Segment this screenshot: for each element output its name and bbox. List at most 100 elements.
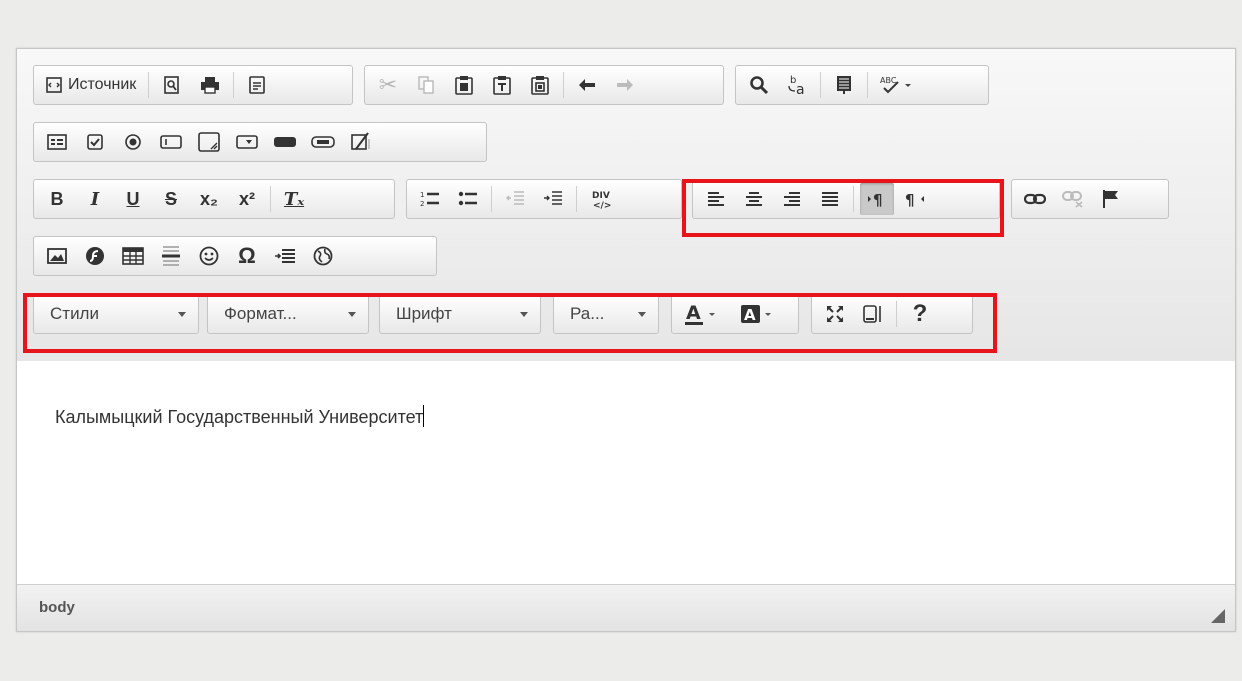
smiley-icon [199,246,219,266]
outdent-button[interactable] [498,183,532,215]
link-icon [1024,193,1046,205]
svg-text:</>: </> [593,201,611,210]
spellcheck-button[interactable]: ABC [874,69,918,101]
strike-button[interactable]: S [154,183,188,215]
indent-icon [544,191,562,205]
insert-toolbar-group: Ω [33,236,437,276]
svg-text:a: a [796,82,805,96]
source-button[interactable]: Источник [40,69,142,101]
special-char-button[interactable]: Ω [230,240,264,272]
basicstyles-toolbar-group: B I U S x₂ x² Tₓ [33,179,395,219]
replace-icon: ba [788,75,805,96]
image-icon [47,248,67,264]
form-button[interactable] [40,126,74,158]
underline-icon: U [126,188,140,209]
smiley-button[interactable] [192,240,226,272]
resize-handle-icon[interactable] [1211,609,1225,623]
textarea-button[interactable] [192,126,226,158]
omega-icon: Ω [238,243,256,268]
document-toolbar-group: Источник [33,65,353,105]
table-button[interactable] [116,240,150,272]
svg-text:1: 1 [420,191,424,199]
creatediv-button[interactable]: DIV </> [583,183,617,215]
editor-content-area[interactable]: Калымыцкий Государственный Университет [17,361,1235,585]
preview-button[interactable] [155,69,189,101]
flash-icon [86,247,104,265]
paste-text-button[interactable] [485,69,519,101]
indent-button[interactable] [536,183,570,215]
horizontal-rule-button[interactable] [154,240,188,272]
element-path-body[interactable]: body [39,599,75,616]
templates-icon [249,76,266,94]
remove-format-button[interactable]: Tₓ [277,183,311,215]
source-label: Источник [68,76,137,93]
bulleted-list-icon [458,191,477,206]
toolbar-separator [820,72,821,98]
copy-button[interactable] [409,69,443,101]
iframe-button[interactable] [306,240,340,272]
hidden-field-icon [351,132,370,150]
svg-text:DIV: DIV [592,191,610,201]
unlink-button[interactable] [1056,183,1090,215]
undo-icon [579,79,595,91]
clipboard-toolbar-group: ✂ [364,65,724,105]
rich-text-editor: Источник ✂ b a ABC B I U S x₂ x² Tₓ 1 2 … [16,48,1236,632]
checkbox-icon [87,134,103,150]
radio-button[interactable] [116,126,150,158]
content-text: Калымыцкий Государственный Университет [55,407,424,427]
redo-icon [617,79,633,91]
numbered-list-button[interactable]: 12 [413,183,447,215]
toolbar-separator [270,186,271,212]
preview-icon [164,76,180,94]
text-cursor [423,405,425,427]
spellcheck-icon: ABC [880,76,911,94]
flash-button[interactable] [78,240,112,272]
form-icon [47,134,67,150]
highlight-alignment-box [682,179,1004,237]
numbered-list-icon: 12 [420,191,439,208]
toolbar-separator [148,72,150,98]
find-button[interactable] [742,69,776,101]
toolbar-separator [576,186,577,212]
paste-from-word-button[interactable] [523,69,557,101]
redo-button[interactable] [608,69,642,101]
cut-button[interactable]: ✂ [371,69,405,101]
hidden-field-button[interactable] [344,126,378,158]
undo-button[interactable] [570,69,604,101]
subscript-icon: x₂ [199,188,218,209]
bulleted-list-button[interactable] [451,183,485,215]
bold-button[interactable]: B [40,183,74,215]
toolbar-separator [491,186,492,212]
checkbox-button[interactable] [78,126,112,158]
toolbar-separator [233,72,235,98]
page-break-icon [275,249,295,263]
scissors-icon: ✂ [378,72,398,97]
anchor-button[interactable] [1094,183,1128,215]
paste-word-icon [531,76,549,95]
italic-button[interactable]: I [78,183,112,215]
flag-icon [1103,190,1118,208]
horizontal-rule-icon [162,246,180,266]
select-all-button[interactable] [827,69,861,101]
paragraph-toolbar-group: 12 DIV </> [406,179,682,219]
link-button[interactable] [1018,183,1052,215]
page-break-button[interactable] [268,240,302,272]
templates-button[interactable] [240,69,274,101]
image-button[interactable] [40,240,74,272]
toolbar: Источник ✂ b a ABC B I U S x₂ x² Tₓ 1 2 … [17,49,1235,362]
image-button-button[interactable] [306,126,340,158]
content-paragraph: Калымыцкий Государственный Университет [55,405,425,428]
radio-icon [125,134,141,150]
select-field-button[interactable] [230,126,264,158]
subscript-button[interactable]: x₂ [192,183,226,215]
textfield-button[interactable] [154,126,188,158]
image-button-icon [311,136,335,148]
form-button-button[interactable] [268,126,302,158]
paste-button[interactable] [447,69,481,101]
superscript-button[interactable]: x² [230,183,264,215]
search-icon [750,76,769,95]
textfield-icon [160,135,182,149]
underline-button[interactable]: U [116,183,150,215]
replace-button[interactable]: ba [780,69,814,101]
print-button[interactable] [193,69,227,101]
